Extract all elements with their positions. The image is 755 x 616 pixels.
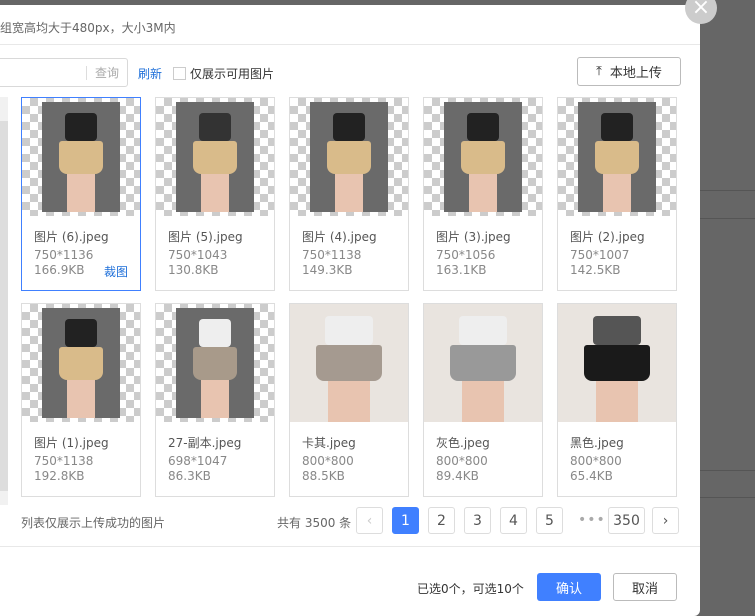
image-name: 图片 (5).jpeg bbox=[168, 230, 243, 244]
photo bbox=[176, 308, 254, 418]
image-thumbnail[interactable] bbox=[424, 98, 542, 216]
image-dimensions: 750*1043 bbox=[168, 248, 228, 262]
image-card[interactable]: 黑色.jpeg 800*800 65.4KB bbox=[557, 303, 677, 497]
search-button[interactable]: 查询 bbox=[85, 66, 127, 80]
image-card[interactable]: 图片 (5).jpeg 750*1043 130.8KB bbox=[155, 97, 275, 291]
page-3[interactable]: 3 bbox=[464, 507, 491, 534]
image-card[interactable]: 27-副本.jpeg 698*1047 86.3KB bbox=[155, 303, 275, 497]
image-picker-dialog: 组宽高均大于480px，大小3M内 查询 刷新 仅展示可用图片 ⤒ 本地上传 图片… bbox=[0, 0, 717, 616]
image-thumbnail[interactable] bbox=[290, 98, 408, 216]
image-name: 灰色.jpeg bbox=[436, 436, 490, 450]
image-dimensions: 750*1007 bbox=[570, 248, 630, 262]
image-name: 图片 (2).jpeg bbox=[570, 230, 645, 244]
refresh-link[interactable]: 刷新 bbox=[138, 65, 162, 82]
image-name: 27-副本.jpeg bbox=[168, 436, 242, 450]
photo bbox=[424, 304, 542, 422]
search-input[interactable]: 查询 bbox=[0, 58, 128, 87]
image-size: 88.5KB bbox=[302, 469, 345, 483]
prev-page-button[interactable]: ‹ bbox=[356, 507, 383, 534]
image-card[interactable]: 图片 (2).jpeg 750*1007 142.5KB bbox=[557, 97, 677, 291]
page-last[interactable]: 350 bbox=[608, 507, 645, 534]
image-card[interactable]: 卡其.jpeg 800*800 88.5KB bbox=[289, 303, 409, 497]
image-size: 130.8KB bbox=[168, 263, 219, 277]
page-1[interactable]: 1 bbox=[392, 507, 419, 534]
total-count: 共有 3500 条 bbox=[277, 516, 352, 530]
image-card[interactable]: 图片 (6).jpeg 750*1136 166.9KB 裁图 bbox=[21, 97, 141, 291]
image-thumbnail[interactable] bbox=[22, 98, 140, 216]
page-5[interactable]: 5 bbox=[536, 507, 563, 534]
photo bbox=[578, 102, 656, 212]
image-dimensions: 750*1138 bbox=[302, 248, 362, 262]
image-name: 图片 (3).jpeg bbox=[436, 230, 511, 244]
image-size: 142.5KB bbox=[570, 263, 621, 277]
page-4[interactable]: 4 bbox=[500, 507, 527, 534]
checkbox-label: 仅展示可用图片 bbox=[190, 67, 275, 81]
list-note: 列表仅展示上传成功的图片 bbox=[21, 516, 166, 530]
crop-link[interactable]: 裁图 bbox=[104, 263, 128, 280]
image-dimensions: 800*800 bbox=[570, 454, 622, 468]
image-dimensions: 698*1047 bbox=[168, 454, 228, 468]
image-thumbnail[interactable] bbox=[424, 304, 542, 422]
image-card[interactable]: 图片 (1).jpeg 750*1138 192.8KB bbox=[21, 303, 141, 497]
photo bbox=[558, 304, 676, 422]
image-thumbnail[interactable] bbox=[558, 304, 676, 422]
image-dimensions: 750*1056 bbox=[436, 248, 496, 262]
image-dimensions: 750*1136 bbox=[34, 248, 94, 262]
image-thumbnail[interactable] bbox=[22, 304, 140, 422]
image-dimensions: 800*800 bbox=[302, 454, 354, 468]
photo bbox=[310, 102, 388, 212]
image-size: 65.4KB bbox=[570, 469, 613, 483]
image-thumbnail[interactable] bbox=[156, 98, 274, 216]
image-name: 图片 (1).jpeg bbox=[34, 436, 109, 450]
photo bbox=[42, 102, 120, 212]
image-card[interactable]: 图片 (4).jpeg 750*1138 149.3KB bbox=[289, 97, 409, 291]
image-size: 86.3KB bbox=[168, 469, 211, 483]
scrollbar[interactable] bbox=[0, 97, 8, 505]
photo bbox=[290, 304, 408, 422]
photo bbox=[444, 102, 522, 212]
only-available-checkbox[interactable]: 仅展示可用图片 bbox=[173, 65, 274, 82]
photo bbox=[176, 102, 254, 212]
image-thumbnail[interactable] bbox=[156, 304, 274, 422]
upload-label: 本地上传 bbox=[609, 66, 662, 81]
image-card[interactable]: 灰色.jpeg 800*800 89.4KB bbox=[423, 303, 543, 497]
next-page-button[interactable]: › bbox=[652, 507, 679, 534]
image-name: 黑色.jpeg bbox=[570, 436, 624, 450]
local-upload-button[interactable]: ⤒ 本地上传 bbox=[577, 57, 681, 86]
confirm-button[interactable]: 确认 bbox=[537, 573, 601, 601]
divider bbox=[0, 546, 700, 547]
image-size: 192.8KB bbox=[34, 469, 85, 483]
cancel-button[interactable]: 取消 bbox=[613, 573, 677, 601]
image-size: 163.1KB bbox=[436, 263, 487, 277]
image-name: 卡其.jpeg bbox=[302, 436, 356, 450]
image-size: 166.9KB bbox=[34, 263, 85, 277]
divider bbox=[0, 44, 700, 45]
image-thumbnail[interactable] bbox=[558, 98, 676, 216]
image-thumbnail[interactable] bbox=[290, 304, 408, 422]
image-card[interactable]: 图片 (3).jpeg 750*1056 163.1KB bbox=[423, 97, 543, 291]
image-size: 149.3KB bbox=[302, 263, 353, 277]
checkbox-box[interactable] bbox=[173, 67, 186, 80]
selection-count: 已选0个，可选10个 bbox=[417, 582, 524, 596]
image-size: 89.4KB bbox=[436, 469, 479, 483]
upload-hint: 组宽高均大于480px，大小3M内 bbox=[0, 21, 176, 35]
photo bbox=[42, 308, 120, 418]
upload-icon: ⤒ bbox=[596, 64, 602, 79]
image-name: 图片 (4).jpeg bbox=[302, 230, 377, 244]
page-2[interactable]: 2 bbox=[428, 507, 455, 534]
close-icon[interactable]: × bbox=[685, 0, 717, 24]
image-dimensions: 750*1138 bbox=[34, 454, 94, 468]
image-dimensions: 800*800 bbox=[436, 454, 488, 468]
scrollbar-thumb[interactable] bbox=[0, 121, 8, 491]
image-name: 图片 (6).jpeg bbox=[34, 230, 109, 244]
pagination-ellipsis[interactable]: ••• bbox=[578, 512, 606, 528]
